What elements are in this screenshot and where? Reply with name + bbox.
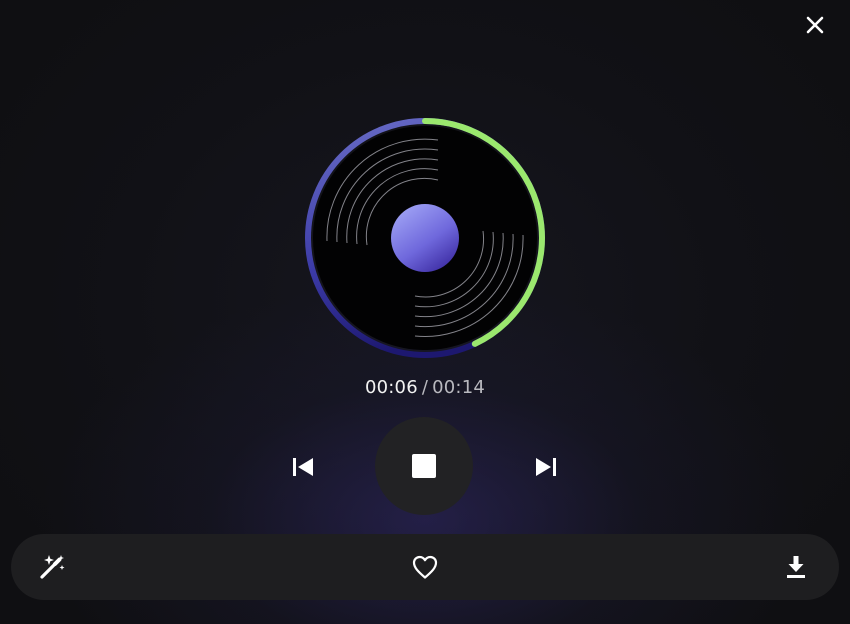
heart-icon bbox=[412, 555, 438, 579]
vinyl-disc-graphic bbox=[305, 118, 545, 358]
stop-button[interactable] bbox=[375, 417, 473, 515]
close-button[interactable] bbox=[800, 10, 830, 40]
skip-next-icon bbox=[536, 458, 556, 476]
like-button[interactable] bbox=[410, 552, 440, 582]
magic-wand-icon bbox=[40, 555, 65, 579]
magic-button[interactable] bbox=[38, 552, 68, 582]
disc-center-label bbox=[391, 204, 459, 272]
close-icon bbox=[806, 16, 824, 34]
previous-track-button[interactable] bbox=[288, 452, 318, 482]
download-button[interactable] bbox=[781, 552, 811, 582]
time-display: 00:06/00:14 bbox=[0, 377, 850, 398]
stop-icon bbox=[412, 454, 436, 478]
bottom-action-bar bbox=[11, 534, 839, 600]
total-time: 00:14 bbox=[432, 377, 485, 398]
time-separator: / bbox=[421, 377, 429, 398]
download-icon bbox=[787, 556, 805, 578]
next-track-button[interactable] bbox=[531, 452, 561, 482]
current-time: 00:06 bbox=[364, 377, 418, 398]
skip-previous-icon bbox=[293, 458, 313, 476]
vinyl-disc bbox=[300, 113, 550, 363]
